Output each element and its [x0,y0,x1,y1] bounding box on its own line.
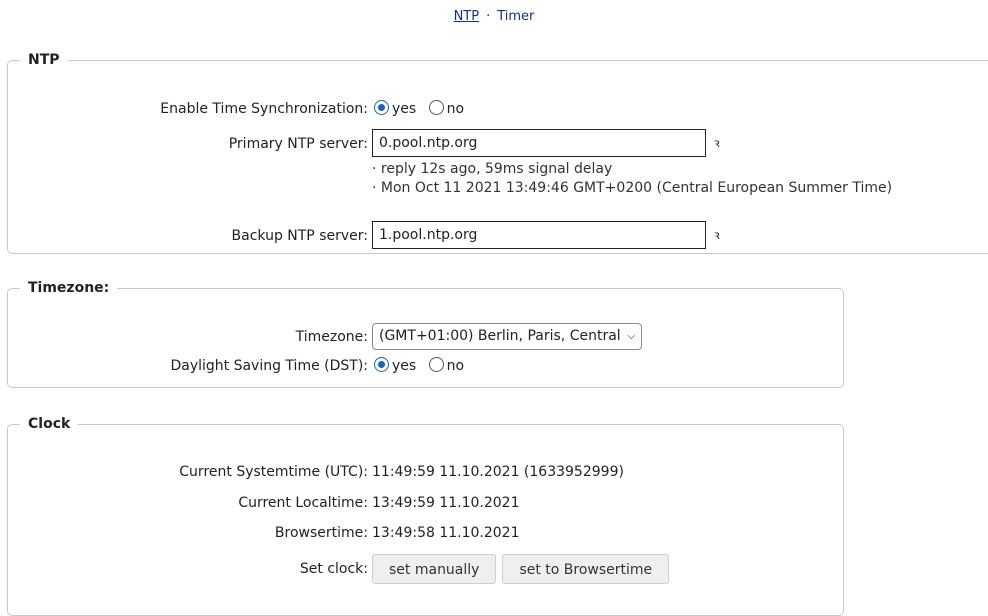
radio-unchecked-icon [428,357,444,372]
rss-icon[interactable]: ꝛ [714,223,720,247]
localtime-label: Current Localtime: [238,495,368,511]
radio-unchecked-icon [428,100,444,115]
primary-ntp-row: Primary NTP server: 0.pool.ntp.org ꝛ [8,129,988,159]
systemtime-value: 11:49:59 11.10.2021 (1633952999) [372,464,624,480]
backup-ntp-label: Backup NTP server: [231,228,368,244]
nav-link-timer[interactable]: Timer [497,9,534,24]
enable-sync-label: Enable Time Synchronization: [160,101,368,117]
timezone-legend: Timezone: [28,280,110,296]
nav-link-ntp[interactable]: NTP [454,9,480,24]
ntp-legend: NTP [28,52,60,68]
enable-sync-no-label: no [446,101,465,117]
systemtime-row: Current Systemtime (UTC): 11:49:59 11.10… [8,460,838,484]
backup-ntp-row: Backup NTP server: 1.pool.ntp.org ꝛ [8,221,988,251]
dst-no-label: no [446,358,465,374]
enable-sync-yes-label: yes [392,101,417,117]
primary-ntp-status: · reply 12s ago, 59ms signal delay · Mon… [372,160,892,198]
dst-yes-radio[interactable]: yes [374,354,416,378]
ntp-section: NTP Enable Time Synchronization: yes no … [7,52,988,254]
browsertime-row: Browsertime: 13:49:58 11.10.2021 [8,521,838,545]
timezone-section: Timezone: Timezone: (GMT+01:00) Berlin, … [7,280,844,388]
set-manually-button[interactable]: set manually [372,554,497,584]
dst-no-radio[interactable]: no [428,354,465,378]
timezone-select[interactable]: (GMT+01:00) Berlin, Paris, Central ⌵ [372,323,643,350]
set-clock-row: Set clock: set manually set to Browsertim… [8,554,838,584]
localtime-value: 13:49:59 11.10.2021 [372,495,520,511]
set-clock-label: Set clock: [299,561,368,577]
clock-section: Clock Current Systemtime (UTC): 11:49:59… [7,416,844,616]
dst-row: Daylight Saving Time (DST): yes no [8,354,838,378]
systemtime-label: Current Systemtime (UTC): [179,464,368,480]
primary-ntp-time-info: · Mon Oct 11 2021 13:49:46 GMT+0200 (Cen… [372,180,893,196]
primary-ntp-reply-info: · reply 12s ago, 59ms signal delay [372,161,613,177]
localtime-row: Current Localtime: 13:49:59 11.10.2021 [8,491,838,515]
browsertime-value: 13:49:58 11.10.2021 [372,525,520,541]
timezone-label: Timezone: [295,329,368,345]
backup-ntp-input[interactable]: 1.pool.ntp.org [372,221,706,249]
enable-sync-no-radio[interactable]: no [428,97,465,121]
chevron-down-icon: ⌵ [627,331,636,342]
radio-checked-icon [374,357,389,372]
set-browsertime-button[interactable]: set to Browsertime [502,554,670,584]
rss-icon[interactable]: ꝛ [714,131,720,155]
primary-ntp-input[interactable]: 0.pool.ntp.org [372,129,706,157]
enable-sync-yes-radio[interactable]: yes [374,97,416,121]
timezone-row: Timezone: (GMT+01:00) Berlin, Paris, Cen… [8,323,838,351]
enable-sync-row: Enable Time Synchronization: yes no [8,97,988,121]
browsertime-label: Browsertime: [274,525,368,541]
radio-checked-icon [374,100,389,115]
dst-label: Daylight Saving Time (DST): [170,358,368,374]
nav-separator: · [486,9,491,24]
timezone-select-value: (GMT+01:00) Berlin, Paris, Central [379,328,621,344]
top-navigation: NTP · Timer [0,9,988,24]
primary-ntp-label: Primary NTP server: [228,136,368,152]
clock-legend: Clock [28,416,71,432]
dst-yes-label: yes [392,358,417,374]
